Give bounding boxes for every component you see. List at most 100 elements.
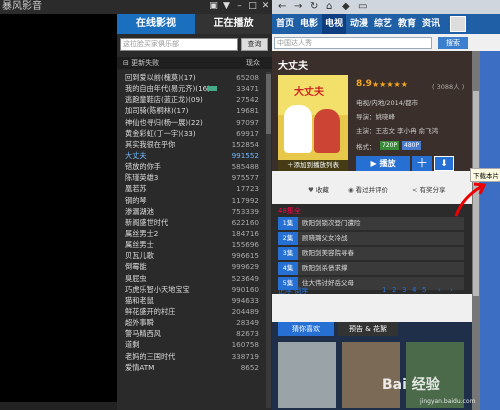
sidebar-list: 回到爱以前(槐莫)(17) 65208 我的自由年代(易元齐)(16) 33471 逃跑… (117, 72, 265, 408)
list-item-count: 994633 (231, 295, 259, 305)
panel-scrollbar[interactable] (472, 51, 480, 410)
panel-search-button[interactable]: 搜索 (438, 37, 468, 49)
page-1[interactable]: 1 (382, 286, 386, 294)
window-icon[interactable]: ▭ (358, 1, 367, 13)
avatar[interactable] (450, 16, 466, 32)
play-button[interactable]: ▶ 播放 (356, 156, 410, 171)
list-item[interactable]: 属丝男士 155696 (117, 239, 265, 250)
forward-icon[interactable]: → (294, 1, 302, 13)
recommend-thumb[interactable] (278, 342, 336, 408)
sort-right[interactable]: 现众 (246, 57, 260, 69)
list-item-count: 155696 (231, 240, 259, 250)
list-item-count: 975577 (231, 173, 259, 183)
sidebar-search-input[interactable]: 这拉脸买家俱乐部 (120, 38, 238, 51)
chat-icon[interactable]: ▣ (208, 1, 219, 12)
sidebar-scroll-thumb[interactable] (266, 74, 271, 134)
list-item[interactable]: 鲜花盛开的村庄 204489 (117, 306, 265, 317)
restore-icon[interactable]: □ (247, 1, 258, 12)
list-item-name: 巧虎乐智小天地宝宝 (125, 284, 190, 294)
list-item[interactable]: 道剩 160758 (117, 339, 265, 350)
page-4[interactable]: 4 (412, 286, 416, 294)
list-item[interactable]: 大丈夫 991552 (117, 150, 265, 161)
list-item[interactable]: 神仙也寻归(杨一展)(22) 97097 (117, 117, 265, 128)
cat-movie[interactable]: 电影 (300, 14, 318, 34)
sort-order[interactable]: 正序 倒序 (278, 286, 308, 296)
list-item[interactable]: 加司骑(陈桐林)(17) 19681 (117, 105, 265, 116)
hd-badge (207, 86, 217, 92)
list-item[interactable]: 陈瑾英雄3 975577 (117, 172, 265, 183)
list-item[interactable]: 黄金彩虹(丁一宇)(33) 69917 (117, 128, 265, 139)
sidebar-scrollbar[interactable] (266, 72, 271, 408)
cat-variety[interactable]: 综艺 (374, 14, 392, 34)
close-icon[interactable]: ✕ (260, 1, 271, 12)
cat-tv[interactable]: 电视 (322, 14, 347, 34)
list-item-name: 老妈的三国时代 (125, 351, 176, 361)
list-item[interactable]: 渗漏湖池 753339 (117, 206, 265, 217)
list-item-count: 28349 (236, 318, 259, 328)
sidebar-search-button[interactable]: 查询 (241, 38, 268, 51)
list-item[interactable]: 凰若苏 17723 (117, 183, 265, 194)
list-item[interactable]: 逃跑童鞋店(蓝正龙)(09) 27542 (117, 94, 265, 105)
episode-item[interactable]: 2集 顾晓璐父女冷战 (278, 232, 464, 245)
page-3[interactable]: 3 (402, 286, 406, 294)
list-item[interactable]: 贝瓦儿歌 996615 (117, 250, 265, 261)
list-item-name: 贝瓦儿歌 (125, 251, 154, 261)
page-5[interactable]: 5 (422, 286, 426, 294)
badge-720p[interactable]: 720P (380, 141, 400, 150)
share-action[interactable]: < 有奖分享 (412, 184, 445, 194)
list-item[interactable]: 猫和老鼠 994633 (117, 295, 265, 306)
fav-icon[interactable]: ◆ (342, 1, 350, 13)
home-icon[interactable]: ⌂ (326, 1, 332, 13)
list-item[interactable]: 警马精西风 82673 (117, 328, 265, 339)
add-to-playlist-button[interactable]: ＋添加到播放列表 (278, 160, 348, 171)
video-control-bar[interactable] (0, 402, 117, 410)
list-item[interactable]: 属丝男士2 184716 (117, 228, 265, 239)
list-item[interactable]: 回到爱以前(槐莫)(17) 65208 (117, 72, 265, 83)
pin-icon[interactable]: ▼ (221, 1, 232, 12)
episode-item[interactable]: 1集 欧阳剑锁次登门遭险 (278, 217, 464, 230)
heart-icon: ♥ (308, 186, 314, 194)
cat-anime[interactable]: 动漫 (350, 14, 368, 34)
prev-page-icon[interactable]: ‹ (438, 286, 441, 294)
list-item[interactable]: 臭屁虫 523649 (117, 273, 265, 284)
tab-online-video[interactable]: 在线影视 (117, 14, 195, 34)
list-item[interactable]: 我的自由年代(易元齐)(16) 33471 (117, 83, 265, 94)
back-icon[interactable]: ← (278, 1, 286, 13)
cat-education[interactable]: 教育 (398, 14, 416, 34)
sort-label[interactable]: ⊟ 更新失败 (123, 57, 159, 69)
list-item[interactable]: 倒霉能 999629 (117, 261, 265, 272)
list-item-name: 超外事瞬 (125, 318, 154, 328)
list-item[interactable]: 爱情ATM 8652 (117, 362, 265, 373)
minimize-icon[interactable]: – (234, 1, 245, 12)
episode-item[interactable]: 4集 欧阳剑杀债求撑 (278, 262, 464, 275)
episode-item[interactable]: 3集 欧阳剑美容院寻春 (278, 247, 464, 260)
panel-search-input[interactable]: 中国达人秀 (274, 37, 432, 49)
rate-action[interactable]: ◉ 看过并评价 (348, 184, 388, 194)
page-2[interactable]: 2 (392, 286, 396, 294)
list-item[interactable]: 其实我很在乎你 152854 (117, 139, 265, 150)
badge-480p[interactable]: 480P (402, 141, 422, 150)
refresh-icon[interactable]: ↻ (310, 1, 318, 13)
list-item-name: 其实我很在乎你 (125, 139, 176, 149)
poster-image[interactable]: 大丈夫 ＋添加到播放列表 (278, 75, 348, 171)
list-item[interactable]: 巧虎乐智小天地宝宝 990160 (117, 284, 265, 295)
favorite-action[interactable]: ♥ 收藏 (308, 184, 329, 194)
list-item[interactable]: 错放的你手 585488 (117, 161, 265, 172)
list-item[interactable]: 超外事瞬 28349 (117, 317, 265, 328)
cat-news[interactable]: 资讯 (422, 14, 440, 34)
tab-trailers[interactable]: 预告 & 花絮 (338, 322, 398, 336)
list-item[interactable]: 新阁盛世时代 622160 (117, 217, 265, 228)
next-page-icon[interactable]: › (450, 286, 453, 294)
tab-guess-like[interactable]: 猜你喜欢 (278, 322, 334, 336)
sidebar-tabs: 在线影视 正在播放 (117, 14, 272, 34)
video-area[interactable] (0, 14, 117, 410)
cat-home[interactable]: 首页 (276, 14, 294, 34)
list-item-count: 753339 (231, 206, 259, 216)
add-button[interactable]: ＋ (412, 156, 432, 171)
list-item[interactable]: 钢的琴 117992 (117, 195, 265, 206)
download-button[interactable]: ⬇ (434, 156, 454, 171)
list-item[interactable]: 老妈的三国时代 338719 (117, 351, 265, 362)
tab-now-playing[interactable]: 正在播放 (195, 14, 272, 34)
list-item-name: 爱情ATM (125, 362, 155, 372)
list-item-name: 神仙也寻归(杨一展)(22) (125, 117, 203, 127)
